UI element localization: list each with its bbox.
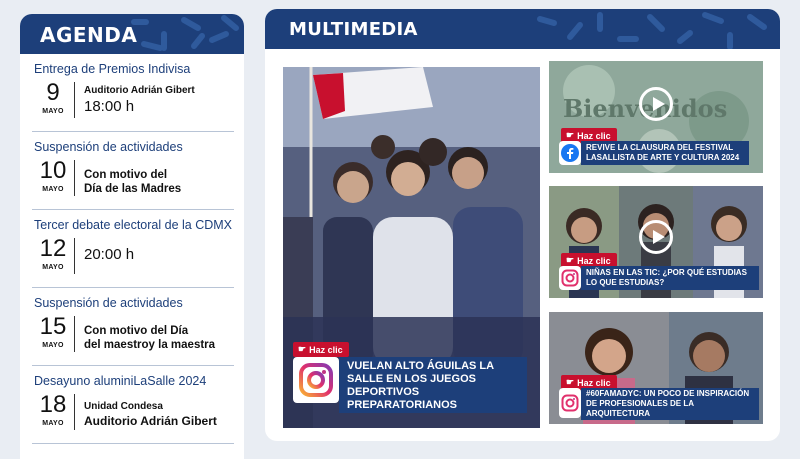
haz-clic-badge[interactable]: ☛ Haz clic	[293, 342, 349, 357]
event-month: MAYO	[42, 342, 64, 349]
multimedia-title: MULTIMEDIA	[289, 19, 418, 40]
event-title[interactable]: Tercer debate electoral de la CDMX	[34, 218, 232, 232]
event-day: 15	[39, 313, 67, 340]
event-month: MAYO	[42, 420, 64, 427]
featured-video-card[interactable]: ☛ Haz clic VUELAN ALTO ÁGUILAS LA SALLE …	[283, 67, 540, 428]
hand-pointer-icon: ☛	[566, 130, 575, 140]
agenda-event[interactable]: Suspensión de actividades 15 MAYO Con mo…	[32, 288, 234, 366]
instagram-icon	[559, 266, 581, 290]
multimedia-panel: MULTIMEDIA ☛ Haz clic VUELAN ALTO ÁGUILA…	[265, 9, 780, 441]
event-details: Unidad Condesa Auditorio Adrián Gibert	[84, 400, 217, 428]
event-month: MAYO	[42, 108, 64, 115]
video-card[interactable]: ☛ Haz clic NIÑAS EN LAS TIC: ¿POR QUÉ ES…	[549, 186, 763, 298]
event-day: 18	[39, 391, 67, 418]
instagram-icon	[293, 357, 339, 403]
event-detail-line: del maestroy la maestra	[84, 339, 216, 351]
facebook-icon	[559, 141, 581, 165]
event-divider	[74, 394, 75, 430]
event-location: Auditorio Adrián Gibert	[84, 85, 195, 96]
event-detail-line: Unidad Condesa	[84, 401, 163, 412]
agenda-header: AGENDA	[20, 14, 244, 54]
event-detail-line: Con motivo del	[84, 169, 168, 181]
play-icon[interactable]	[639, 220, 673, 254]
header-pattern	[131, 15, 239, 51]
badge-label: Haz clic	[577, 377, 611, 388]
badge-label: Haz clic	[577, 130, 611, 141]
video-caption[interactable]: REVIVE LA CLAUSURA DEL FESTIVAL LASALLIS…	[581, 141, 749, 165]
video-caption[interactable]: #60FAMADYC: UN POCO DE INSPIRACIÓN DE PR…	[581, 388, 759, 420]
event-details: Con motivo del Día del maestroy la maest…	[84, 324, 215, 352]
event-detail-line: Día de las Madres	[84, 183, 182, 195]
event-details: Auditorio Adrián Gibert 18:00 h	[84, 84, 195, 116]
hand-pointer-icon: ☛	[566, 377, 575, 387]
hand-pointer-icon: ☛	[298, 344, 307, 354]
event-day: 12	[39, 235, 67, 262]
event-detail-line: Auditorio Adrián Gibert	[84, 414, 217, 428]
event-title[interactable]: Desayuno aluminiLaSalle 2024	[34, 374, 206, 388]
event-month: MAYO	[42, 264, 64, 271]
event-time: 18:00 h	[84, 98, 135, 115]
event-details: Con motivo del Día de las Madres	[84, 168, 181, 196]
agenda-event[interactable]: Suspensión de actividades 10 MAYO Con mo…	[32, 132, 234, 210]
event-divider	[74, 160, 75, 196]
agenda-title: AGENDA	[40, 23, 138, 47]
event-title[interactable]: Suspensión de actividades	[34, 296, 183, 310]
video-caption[interactable]: NIÑAS EN LAS TIC: ¿POR QUÉ ESTUDIAS LO Q…	[581, 266, 759, 290]
multimedia-header: MULTIMEDIA	[265, 9, 780, 49]
event-time: 20:00 h	[84, 246, 135, 263]
badge-label: Haz clic	[309, 344, 343, 355]
event-detail-line: Con motivo del Día	[84, 325, 189, 337]
feature-caption[interactable]: VUELAN ALTO ÁGUILAS LA SALLE EN LOS JUEG…	[339, 357, 527, 413]
event-divider	[74, 82, 75, 118]
event-divider	[74, 238, 75, 274]
video-card[interactable]: Bienvenidos ☛ Haz clic REVIVE LA CLAUSUR…	[549, 61, 763, 173]
agenda-event[interactable]: Tercer debate electoral de la CDMX 12 MA…	[32, 210, 234, 288]
hand-pointer-icon: ☛	[566, 255, 575, 265]
event-day: 10	[39, 157, 67, 184]
instagram-icon	[559, 388, 581, 418]
play-icon[interactable]	[639, 87, 673, 121]
badge-label: Haz clic	[577, 255, 611, 266]
event-title[interactable]: Suspensión de actividades	[34, 140, 183, 154]
agenda-event[interactable]: Entrega de Premios Indivisa 9 MAYO Audit…	[32, 54, 234, 132]
event-divider	[74, 316, 75, 352]
header-pattern	[537, 12, 767, 49]
event-title[interactable]: Entrega de Premios Indivisa	[34, 62, 190, 76]
agenda-event[interactable]: Desayuno aluminiLaSalle 2024 18 MAYO Uni…	[32, 366, 234, 444]
agenda-panel: AGENDA Entrega de Premios Indivisa 9 MAY…	[20, 14, 244, 459]
event-month: MAYO	[42, 186, 64, 193]
video-card[interactable]: ☛ Haz clic #60FAMADYC: UN POCO DE INSPIR…	[549, 312, 763, 424]
event-day: 9	[46, 79, 60, 106]
